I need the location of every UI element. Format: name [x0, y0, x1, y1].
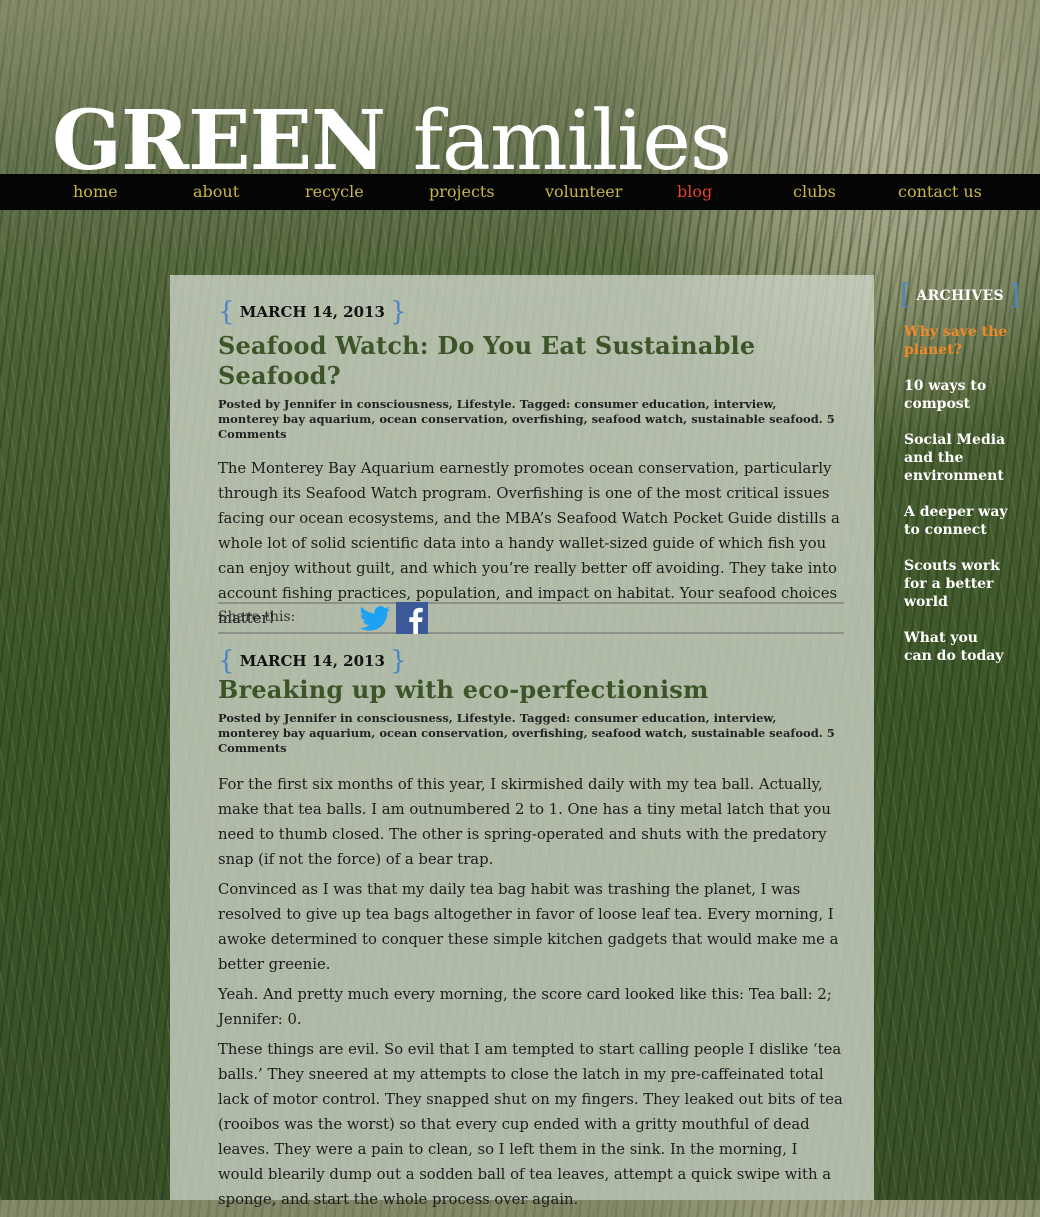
archive-link[interactable]: What you can do today [904, 629, 1010, 665]
nav-item-contact-us[interactable]: contact us [898, 174, 982, 210]
archive-link[interactable]: A deeper way to connect [904, 503, 1010, 539]
post-paragraph: These things are evil. So evil that I am… [218, 1041, 843, 1208]
facebook-icon [396, 602, 428, 634]
right-brace-icon: } [390, 646, 407, 676]
right-brace-icon: } [390, 297, 407, 327]
post-title: Breaking up with eco-perfectionism [218, 675, 846, 705]
archive-link[interactable]: 10 ways to compost [904, 377, 1010, 413]
left-brace-icon: { [218, 646, 235, 676]
archives-heading-text: ARCHIVES [916, 288, 1004, 304]
share-label: Share this: [218, 609, 296, 625]
left-brace-icon: [ [900, 278, 912, 311]
post-paragraph: For the first six months of this year, I… [218, 776, 831, 868]
archive-link[interactable]: Why save the planet? [904, 323, 1010, 359]
post-date: { MARCH 14, 2013 } [218, 299, 407, 325]
post-date-text: MARCH 14, 2013 [239, 652, 385, 670]
blog-post: { MARCH 14, 2013 } Breaking up with eco-… [218, 648, 846, 1217]
nav-item-home[interactable]: home [73, 174, 118, 210]
twitter-share-button[interactable] [358, 602, 392, 634]
post-paragraph: Convinced as I was that my daily tea bag… [218, 881, 839, 973]
left-brace-icon: { [218, 297, 235, 327]
post-title: Seafood Watch: Do You Eat Sustainable Se… [218, 331, 846, 391]
nav-item-blog[interactable]: blog [677, 174, 712, 210]
post-body: For the first six months of this year, I… [218, 772, 846, 1212]
post-paragraph: Yeah. And pretty much every morning, the… [218, 986, 832, 1028]
post-meta: Posted by Jennifer in consciousness, Lif… [218, 711, 835, 755]
nav-item-about[interactable]: about [193, 174, 239, 210]
twitter-icon [359, 606, 391, 631]
archives-heading: [ ARCHIVES ] [900, 281, 1040, 309]
blog-content: { MARCH 14, 2013 } Seafood Watch: Do You… [170, 275, 874, 1208]
blog-post: { MARCH 14, 2013 } Seafood Watch: Do You… [218, 299, 846, 636]
post-date-text: MARCH 14, 2013 [239, 303, 385, 321]
archive-link[interactable]: Scouts work for a better world [904, 557, 1010, 611]
post-title-link[interactable]: Breaking up with eco-perfectionism [218, 675, 709, 704]
nav-item-volunteer[interactable]: volunteer [545, 174, 622, 210]
post-date: { MARCH 14, 2013 } [218, 648, 407, 674]
archive-link[interactable]: Social Media and the environment [904, 431, 1010, 485]
post-meta: Posted by Jennifer in consciousness, Lif… [218, 397, 835, 441]
facebook-share-button[interactable] [396, 602, 428, 634]
main-nav: home about recycle projects volunteer bl… [0, 174, 1040, 210]
post-title-link[interactable]: Seafood Watch: Do You Eat Sustainable Se… [218, 331, 755, 390]
right-brace-icon: ] [1009, 278, 1021, 311]
nav-item-recycle[interactable]: recycle [305, 174, 364, 210]
share-bar: Share this: [218, 602, 844, 634]
nav-item-projects[interactable]: projects [429, 174, 495, 210]
nav-item-clubs[interactable]: clubs [793, 174, 836, 210]
archives-sidebar: [ ARCHIVES ] Why save the planet? 10 way… [900, 281, 1040, 665]
